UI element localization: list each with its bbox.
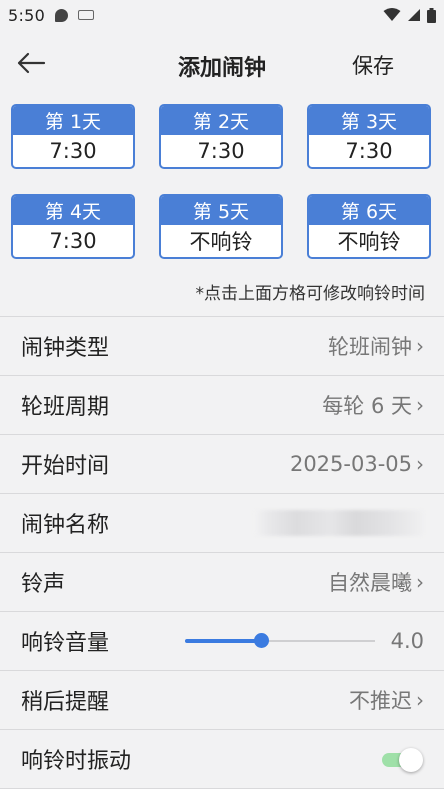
row-label: 响铃时振动	[21, 749, 132, 774]
chevron-right-icon: ›	[416, 334, 424, 358]
slider-thumb[interactable]	[253, 633, 269, 648]
settings-list: 闹钟类型 轮班闹钟 › 轮班周期 每轮 6 天 › 开始时间 2025-03-0…	[0, 316, 444, 789]
day-time: 7:30	[49, 229, 97, 253]
status-time: 5:50	[8, 5, 46, 25]
alarm-name-row[interactable]: 闹钟名称	[0, 494, 444, 553]
alarm-name-input[interactable]	[254, 510, 424, 536]
snooze-row[interactable]: 稍后提醒 不推迟 ›	[0, 671, 444, 730]
day-label: 第 5天	[161, 196, 281, 225]
row-value: 不推迟	[349, 689, 412, 713]
day-card-6[interactable]: 第 6天 不响铃	[307, 194, 431, 259]
row-value: 每轮 6 天	[322, 394, 412, 418]
day-time: 7:30	[197, 139, 245, 163]
wifi-icon	[383, 8, 401, 21]
day-card-2[interactable]: 第 2天 7:30	[159, 104, 283, 169]
chevron-right-icon: ›	[416, 570, 424, 594]
save-button[interactable]: 保存	[352, 50, 394, 80]
row-label: 铃声	[21, 572, 66, 597]
volume-control: 4.0	[184, 629, 424, 653]
row-label: 响铃音量	[21, 631, 110, 656]
row-label: 闹钟类型	[21, 336, 110, 361]
shift-cycle-row[interactable]: 轮班周期 每轮 6 天 ›	[0, 376, 444, 435]
start-time-row[interactable]: 开始时间 2025-03-05 ›	[0, 435, 444, 494]
day-card-5[interactable]: 第 5天 不响铃	[159, 194, 283, 259]
day-label: 第 3天	[309, 106, 429, 135]
chat-icon	[55, 8, 69, 22]
row-value: 轮班闹钟	[328, 335, 412, 359]
volume-value: 4.0	[390, 629, 424, 653]
day-label: 第 1天	[13, 106, 133, 135]
vibrate-toggle[interactable]	[382, 747, 423, 772]
row-label: 轮班周期	[21, 395, 110, 420]
battery-icon	[427, 7, 436, 23]
day-time: 7:30	[49, 139, 97, 163]
app-bar: 添加闹钟 保存	[0, 30, 444, 96]
ringtone-row[interactable]: 铃声 自然晨曦 ›	[0, 553, 444, 612]
day-time: 7:30	[345, 139, 393, 163]
row-label: 稍后提醒	[21, 690, 110, 715]
alarm-type-row[interactable]: 闹钟类型 轮班闹钟 ›	[0, 317, 444, 376]
day-card-1[interactable]: 第 1天 7:30	[11, 104, 135, 169]
day-card-4[interactable]: 第 4天 7:30	[11, 194, 135, 259]
keyboard-icon	[78, 10, 95, 20]
status-bar: 5:50	[0, 0, 444, 30]
day-label: 第 2天	[161, 106, 281, 135]
toggle-thumb	[399, 748, 423, 772]
row-value: 2025-03-05	[289, 452, 412, 476]
volume-row: 响铃音量 4.0	[0, 612, 444, 671]
signal-icon	[408, 9, 420, 21]
row-label: 闹钟名称	[21, 513, 110, 538]
day-time: 不响铃	[337, 230, 401, 254]
chevron-right-icon: ›	[416, 452, 424, 476]
day-label: 第 4天	[13, 196, 133, 225]
chevron-right-icon: ›	[416, 393, 424, 417]
volume-slider[interactable]	[184, 631, 375, 651]
chevron-right-icon: ›	[416, 688, 424, 712]
slider-fill	[184, 639, 261, 643]
shift-day-grid: 第 1天 7:30 第 2天 7:30 第 3天 7:30 第 4天 7:30 …	[11, 104, 433, 259]
edit-hint: *点击上面方格可修改响铃时间	[195, 284, 426, 304]
day-label: 第 6天	[309, 196, 429, 225]
row-label: 开始时间	[21, 454, 110, 479]
vibrate-row: 响铃时振动	[0, 730, 444, 789]
row-value: 自然晨曦	[328, 571, 412, 595]
day-time: 不响铃	[189, 230, 253, 254]
day-card-3[interactable]: 第 3天 7:30	[307, 104, 431, 169]
